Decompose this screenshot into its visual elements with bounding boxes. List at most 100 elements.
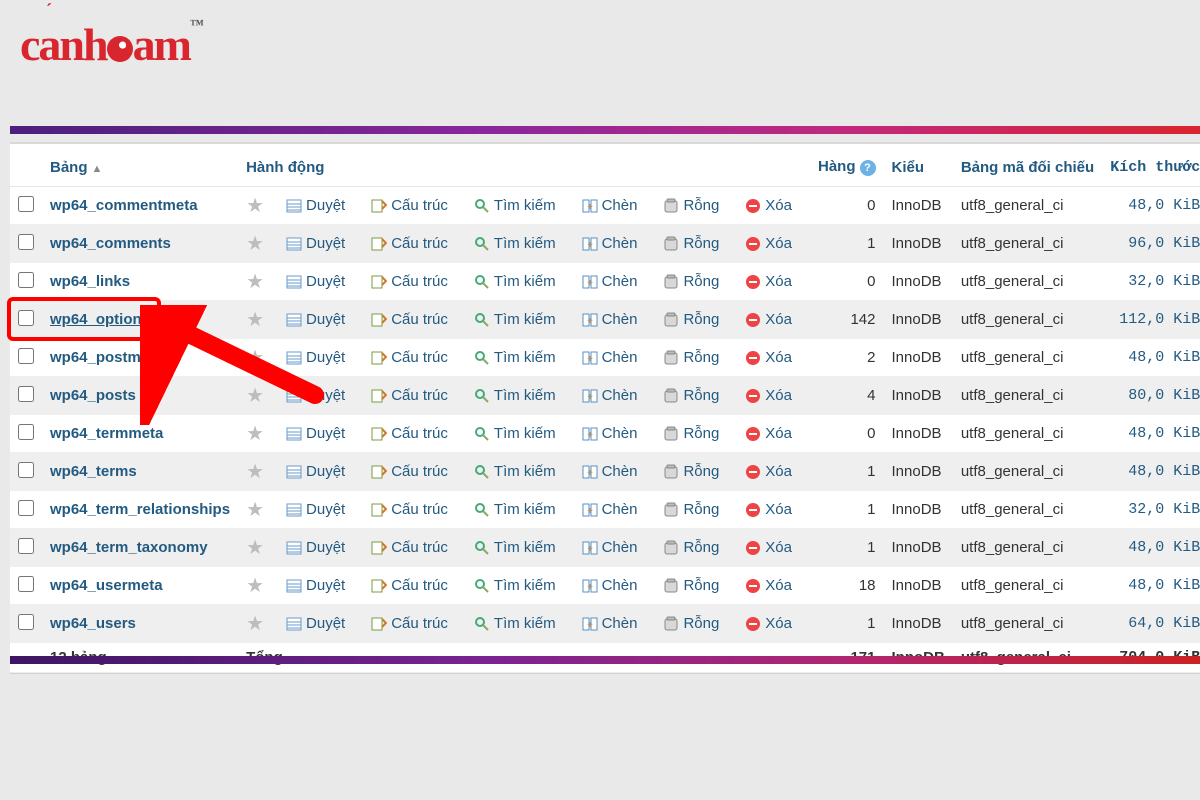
row-checkbox[interactable] (18, 348, 34, 364)
search-action[interactable]: Tìm kiếm (474, 539, 556, 556)
browse-action[interactable]: Duyệt (286, 615, 345, 632)
row-checkbox[interactable] (18, 576, 34, 592)
drop-action[interactable]: Xóa (745, 501, 792, 518)
insert-action[interactable]: +Chèn (582, 577, 638, 594)
col-rows[interactable]: Hàng? (810, 152, 884, 187)
search-action[interactable]: Tìm kiếm (474, 273, 556, 290)
table-name-link[interactable]: wp64_postmeta (50, 349, 163, 366)
favorite-star-icon[interactable]: ★ (246, 537, 264, 559)
row-checkbox[interactable] (18, 614, 34, 630)
drop-action[interactable]: Xóa (745, 235, 792, 252)
search-action[interactable]: Tìm kiếm (474, 311, 556, 328)
empty-action[interactable]: Rỗng (663, 577, 719, 594)
favorite-star-icon[interactable]: ★ (246, 347, 264, 369)
insert-action[interactable]: +Chèn (582, 349, 638, 366)
browse-action[interactable]: Duyệt (286, 577, 345, 594)
table-name-link[interactable]: wp64_usermeta (50, 577, 163, 594)
table-name-link[interactable]: wp64_termmeta (50, 425, 163, 442)
empty-action[interactable]: Rỗng (663, 615, 719, 632)
drop-action[interactable]: Xóa (745, 311, 792, 328)
insert-action[interactable]: +Chèn (582, 615, 638, 632)
col-table[interactable]: Bảng▲ (42, 152, 238, 187)
search-action[interactable]: Tìm kiếm (474, 235, 556, 252)
structure-action[interactable]: Cấu trúc (371, 273, 448, 290)
structure-action[interactable]: Cấu trúc (371, 425, 448, 442)
search-action[interactable]: Tìm kiếm (474, 425, 556, 442)
empty-action[interactable]: Rỗng (663, 387, 719, 404)
favorite-star-icon[interactable]: ★ (246, 271, 264, 293)
structure-action[interactable]: Cấu trúc (371, 349, 448, 366)
insert-action[interactable]: +Chèn (582, 311, 638, 328)
browse-action[interactable]: Duyệt (286, 387, 345, 404)
browse-action[interactable]: Duyệt (286, 349, 345, 366)
help-icon[interactable]: ? (860, 160, 876, 176)
browse-action[interactable]: Duyệt (286, 501, 345, 518)
row-checkbox[interactable] (18, 386, 34, 402)
drop-action[interactable]: Xóa (745, 273, 792, 290)
favorite-star-icon[interactable]: ★ (246, 309, 264, 331)
drop-action[interactable]: Xóa (745, 539, 792, 556)
favorite-star-icon[interactable]: ★ (246, 423, 264, 445)
table-name-link[interactable]: wp64_options (50, 311, 150, 328)
table-name-link[interactable]: wp64_term_relationships (50, 501, 230, 518)
table-name-link[interactable]: wp64_terms (50, 463, 137, 480)
search-action[interactable]: Tìm kiếm (474, 577, 556, 594)
table-name-link[interactable]: wp64_term_taxonomy (50, 539, 208, 556)
favorite-star-icon[interactable]: ★ (246, 575, 264, 597)
browse-action[interactable]: Duyệt (286, 539, 345, 556)
table-name-link[interactable]: wp64_links (50, 273, 130, 290)
structure-action[interactable]: Cấu trúc (371, 615, 448, 632)
structure-action[interactable]: Cấu trúc (371, 539, 448, 556)
empty-action[interactable]: Rỗng (663, 463, 719, 480)
row-checkbox[interactable] (18, 234, 34, 250)
structure-action[interactable]: Cấu trúc (371, 311, 448, 328)
browse-action[interactable]: Duyệt (286, 463, 345, 480)
col-size[interactable]: Kích thước (1102, 152, 1200, 187)
drop-action[interactable]: Xóa (745, 425, 792, 442)
table-name-link[interactable]: wp64_posts (50, 387, 136, 404)
search-action[interactable]: Tìm kiếm (474, 197, 556, 214)
favorite-star-icon[interactable]: ★ (246, 613, 264, 635)
insert-action[interactable]: +Chèn (582, 197, 638, 214)
favorite-star-icon[interactable]: ★ (246, 233, 264, 255)
row-checkbox[interactable] (18, 424, 34, 440)
drop-action[interactable]: Xóa (745, 577, 792, 594)
search-action[interactable]: Tìm kiếm (474, 349, 556, 366)
row-checkbox[interactable] (18, 538, 34, 554)
insert-action[interactable]: +Chèn (582, 501, 638, 518)
empty-action[interactable]: Rỗng (663, 349, 719, 366)
table-name-link[interactable]: wp64_comments (50, 235, 171, 252)
row-checkbox[interactable] (18, 196, 34, 212)
empty-action[interactable]: Rỗng (663, 235, 719, 252)
row-checkbox[interactable] (18, 310, 34, 326)
structure-action[interactable]: Cấu trúc (371, 387, 448, 404)
drop-action[interactable]: Xóa (745, 463, 792, 480)
table-name-link[interactable]: wp64_commentmeta (50, 197, 198, 214)
insert-action[interactable]: +Chèn (582, 387, 638, 404)
search-action[interactable]: Tìm kiếm (474, 463, 556, 480)
search-action[interactable]: Tìm kiếm (474, 501, 556, 518)
browse-action[interactable]: Duyệt (286, 235, 345, 252)
insert-action[interactable]: +Chèn (582, 425, 638, 442)
structure-action[interactable]: Cấu trúc (371, 197, 448, 214)
browse-action[interactable]: Duyệt (286, 197, 345, 214)
favorite-star-icon[interactable]: ★ (246, 461, 264, 483)
row-checkbox[interactable] (18, 500, 34, 516)
empty-action[interactable]: Rỗng (663, 501, 719, 518)
drop-action[interactable]: Xóa (745, 349, 792, 366)
favorite-star-icon[interactable]: ★ (246, 499, 264, 521)
insert-action[interactable]: +Chèn (582, 273, 638, 290)
table-name-link[interactable]: wp64_users (50, 615, 136, 632)
structure-action[interactable]: Cấu trúc (371, 501, 448, 518)
search-action[interactable]: Tìm kiếm (474, 615, 556, 632)
empty-action[interactable]: Rỗng (663, 539, 719, 556)
browse-action[interactable]: Duyệt (286, 311, 345, 328)
empty-action[interactable]: Rỗng (663, 311, 719, 328)
drop-action[interactable]: Xóa (745, 197, 792, 214)
insert-action[interactable]: +Chèn (582, 235, 638, 252)
col-collation[interactable]: Bảng mã đối chiếu (953, 152, 1102, 187)
empty-action[interactable]: Rỗng (663, 273, 719, 290)
browse-action[interactable]: Duyệt (286, 273, 345, 290)
search-action[interactable]: Tìm kiếm (474, 387, 556, 404)
empty-action[interactable]: Rỗng (663, 197, 719, 214)
